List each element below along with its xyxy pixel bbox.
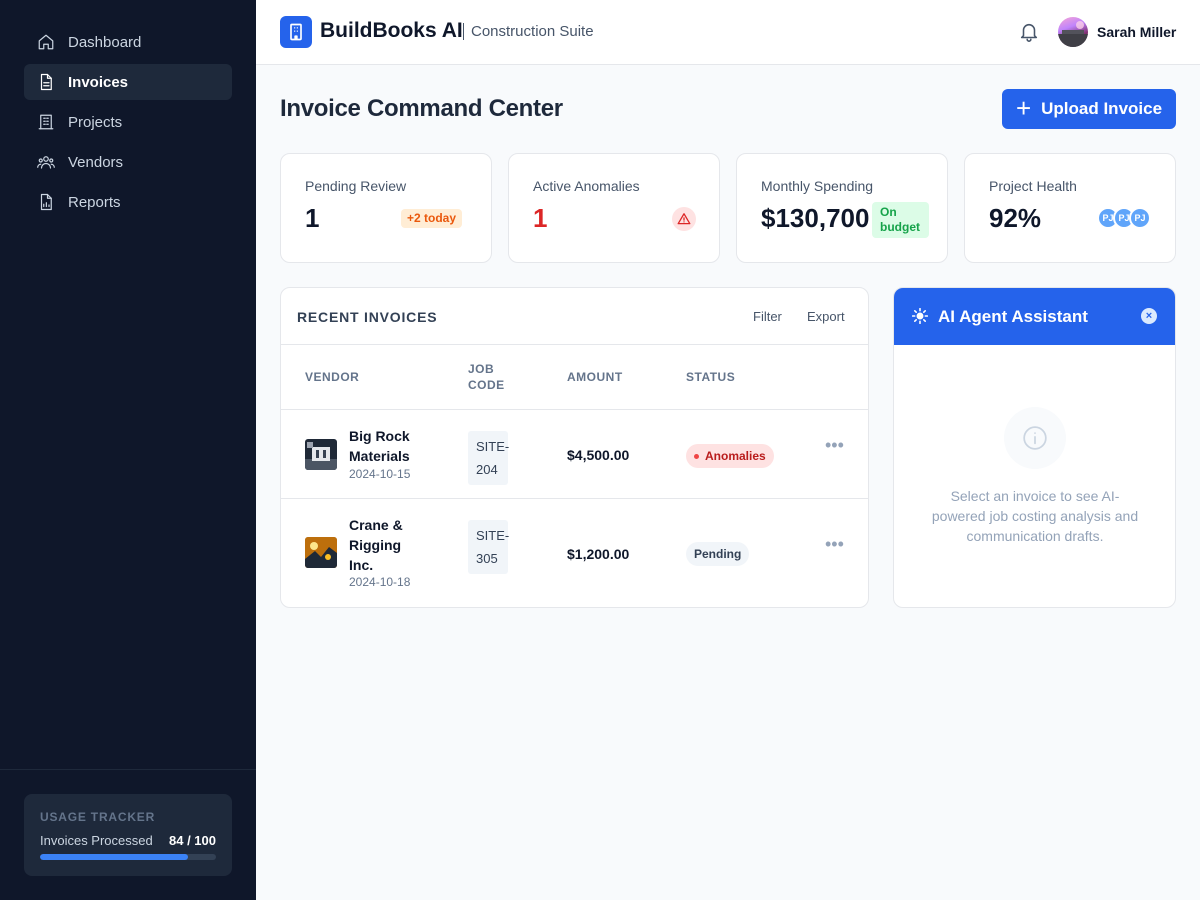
ai-assistant-header: AI Agent Assistant ×	[894, 288, 1175, 345]
sidebar-nav: Dashboard Invoices Projects Vendors Repo…	[24, 24, 232, 224]
stat-value: 1	[305, 203, 320, 233]
app-name: BuildBooks AI	[320, 19, 463, 42]
usage-progress-fill	[40, 854, 188, 860]
close-icon[interactable]: ×	[1141, 308, 1157, 324]
stat-card-monthly-spending: Monthly Spending $130,700 On budget	[736, 153, 948, 263]
recent-invoices-header: RECENT INVOICES Filter Export	[281, 288, 868, 345]
plus-icon: +	[1015, 92, 1032, 123]
more-options-icon[interactable]: •••	[825, 535, 844, 553]
warning-triangle-icon	[672, 207, 696, 231]
recent-invoices-title: RECENT INVOICES	[297, 309, 438, 325]
column-header-status: STATUS	[686, 370, 736, 384]
app-subtitle: Construction Suite	[471, 23, 594, 40]
stat-label: Monthly Spending	[761, 178, 874, 194]
chart-document-icon	[37, 193, 55, 211]
sidebar-item-label: Vendors	[68, 153, 124, 171]
users-icon	[37, 153, 55, 171]
table-row[interactable]: Crane & Rigging Inc. 2024-10-18 SITE-305…	[281, 499, 868, 607]
invoice-amount: $1,200.00	[567, 546, 630, 562]
sidebar-item-dashboard[interactable]: Dashboard	[24, 24, 232, 60]
stat-value: $130,700	[761, 203, 870, 233]
invoice-date: 2024-10-18	[349, 575, 411, 589]
home-icon	[37, 33, 55, 51]
job-code-badge: SITE-305	[468, 520, 509, 574]
bell-icon[interactable]	[1018, 21, 1040, 43]
stat-label: Project Health	[989, 178, 1077, 194]
usage-label: Invoices Processed	[40, 833, 153, 848]
sparkle-icon	[911, 307, 929, 325]
info-icon	[1004, 407, 1066, 469]
column-header-vendor: VENDOR	[305, 370, 360, 384]
sidebar-item-label: Invoices	[68, 73, 129, 91]
stat-badge: On budget	[872, 202, 929, 238]
column-header-job-code: JOB CODE	[468, 362, 505, 392]
logo-building-icon	[280, 16, 312, 48]
usage-tracker: USAGE TRACKER Invoices Processed 84 / 10…	[24, 794, 232, 876]
sidebar-item-reports[interactable]: Reports	[24, 184, 232, 220]
sidebar-item-label: Projects	[68, 113, 123, 131]
ai-assistant-panel: AI Agent Assistant × Select an invoice t…	[893, 287, 1176, 608]
job-code-badge: SITE-204	[468, 431, 509, 485]
stat-card-active-anomalies: Active Anomalies 1	[508, 153, 720, 263]
upload-invoice-button[interactable]: + Upload Invoice	[1002, 89, 1176, 129]
recent-invoices-card: RECENT INVOICES Filter Export VENDOR JOB…	[280, 287, 869, 608]
user-avatar[interactable]	[1058, 17, 1088, 47]
invoice-amount: $4,500.00	[567, 447, 630, 463]
user-name: Sarah Miller	[1097, 24, 1177, 40]
column-header-amount: AMOUNT	[567, 370, 623, 384]
sidebar-item-label: Reports	[68, 193, 121, 211]
page-title: Invoice Command Center	[280, 95, 563, 122]
stat-badge: +2 today	[401, 209, 463, 228]
top-header: BuildBooks AI Construction Suite Sarah M…	[256, 0, 1200, 65]
avatar-stack: PJ PJ PJ	[1097, 207, 1153, 231]
document-icon	[37, 73, 55, 91]
vendor-name: Crane & Rigging Inc.	[349, 517, 403, 573]
sidebar-divider	[0, 769, 256, 770]
sidebar-item-vendors[interactable]: Vendors	[24, 144, 232, 180]
stat-value: 92%	[989, 203, 1042, 233]
stat-label: Active Anomalies	[533, 178, 640, 194]
export-button[interactable]: Export	[807, 309, 845, 324]
stat-value: 1	[533, 203, 548, 233]
vendor-name: Big Rock Materials	[349, 428, 410, 464]
invoice-date: 2024-10-15	[349, 467, 411, 481]
more-options-icon[interactable]: •••	[825, 436, 844, 454]
ai-assistant-empty-text: Select an invoice to see AI-powered job …	[931, 488, 1139, 544]
sidebar-item-invoices[interactable]: Invoices	[24, 64, 232, 100]
sidebar-item-label: Dashboard	[68, 33, 142, 51]
vendor-thumbnail	[305, 439, 337, 470]
sidebar-item-projects[interactable]: Projects	[24, 104, 232, 140]
status-badge: Anomalies	[686, 444, 774, 468]
table-row[interactable]: Big Rock Materials 2024-10-15 SITE-204 $…	[281, 410, 868, 499]
avatar: PJ	[1129, 207, 1151, 229]
ai-assistant-title: AI Agent Assistant	[938, 307, 1088, 326]
sidebar: Dashboard Invoices Projects Vendors Repo…	[0, 0, 256, 900]
stat-label: Pending Review	[305, 178, 407, 194]
usage-progress-bar	[40, 854, 216, 860]
stat-card-pending-review: Pending Review 1 +2 today	[280, 153, 492, 263]
stat-card-project-health: Project Health 92% PJ PJ PJ	[964, 153, 1176, 263]
usage-title: USAGE TRACKER	[40, 810, 156, 824]
vendor-thumbnail	[305, 537, 337, 568]
upload-invoice-label: Upload Invoice	[1041, 99, 1163, 118]
building-icon	[37, 113, 55, 131]
filter-button[interactable]: Filter	[753, 309, 782, 324]
status-badge: Pending	[686, 542, 750, 566]
app-name-divider	[463, 23, 464, 40]
usage-value: 84 / 100	[169, 833, 216, 848]
table-column-headers: VENDOR JOB CODE AMOUNT STATUS	[281, 345, 868, 410]
usage-row: Invoices Processed 84 / 100	[40, 833, 216, 848]
